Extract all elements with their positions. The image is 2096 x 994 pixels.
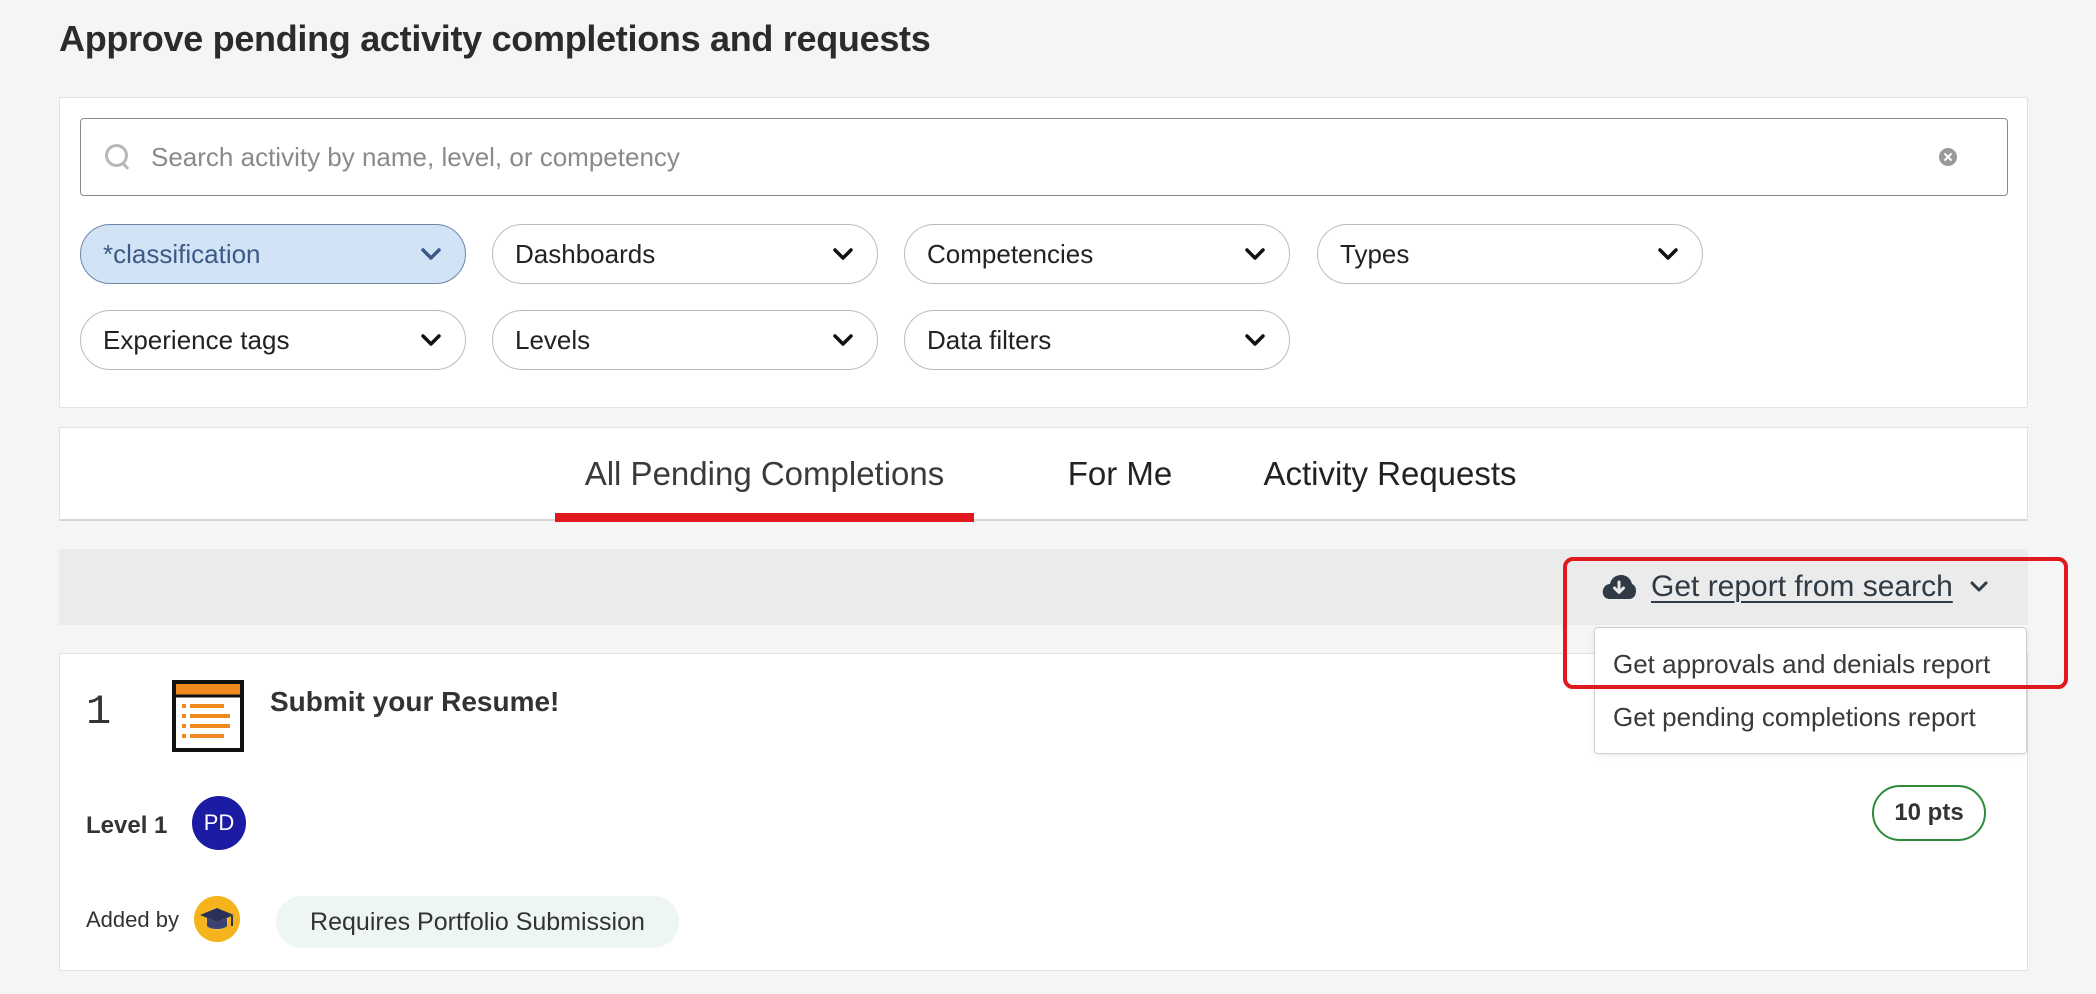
filter-competencies[interactable]: Competencies <box>904 224 1290 284</box>
activity-level: Level 1 <box>86 812 168 839</box>
chevron-down-icon <box>831 328 855 352</box>
tab-label: All Pending Completions <box>584 455 945 492</box>
chevron-down-icon <box>831 242 855 266</box>
filter-label: Experience tags <box>103 324 290 355</box>
search-input[interactable] <box>151 141 1939 173</box>
page-title: Approve pending activity completions and… <box>59 18 931 59</box>
added-by-label: Added by <box>86 907 179 932</box>
chevron-down-icon <box>419 328 443 352</box>
menu-item-pending-completions-report[interactable]: Get pending completions report <box>1613 702 1976 733</box>
requirement-tag: Requires Portfolio Submission <box>276 896 679 948</box>
filter-panel: *classification Dashboards Competencies … <box>59 97 2028 408</box>
resume-document-icon <box>172 680 244 752</box>
chevron-down-icon <box>1243 242 1267 266</box>
tab-activity-requests[interactable]: Activity Requests <box>1230 428 1550 520</box>
filter-label: Data filters <box>927 324 1052 355</box>
chevron-down-icon <box>419 242 443 266</box>
chevron-down-icon <box>1967 575 1991 599</box>
tab-bar: All Pending Completions For Me Activity … <box>59 427 2028 522</box>
report-dropdown-menu: Get approvals and denials report Get pen… <box>1594 627 2027 754</box>
filter-label: *classification <box>103 238 261 269</box>
filter-label: Levels <box>515 324 591 355</box>
activity-rank: 1 <box>86 688 112 736</box>
filter-levels[interactable]: Levels <box>492 310 878 370</box>
get-report-label: Get report from search <box>1651 570 1953 603</box>
tab-label: Activity Requests <box>1263 455 1517 492</box>
chevron-down-icon <box>1243 328 1267 352</box>
graduation-cap-icon <box>194 896 240 942</box>
filter-label: Dashboards <box>515 238 656 269</box>
filter-dashboards[interactable]: Dashboards <box>492 224 878 284</box>
tab-label: For Me <box>1067 455 1173 492</box>
filter-experience-tags[interactable]: Experience tags <box>80 310 466 370</box>
filter-data-filters[interactable]: Data filters <box>904 310 1290 370</box>
avatar[interactable]: PD <box>192 796 246 850</box>
filter-types[interactable]: Types <box>1317 224 1703 284</box>
get-report-button[interactable]: Get report from search <box>1601 570 1991 604</box>
filter-label: Competencies <box>927 238 1094 269</box>
chevron-down-icon <box>1656 242 1680 266</box>
filter-label: Types <box>1340 238 1410 269</box>
tab-all-pending-completions[interactable]: All Pending Completions <box>555 428 974 522</box>
cloud-download-icon <box>1601 573 1637 601</box>
activity-title[interactable]: Submit your Resume! <box>270 686 559 718</box>
menu-item-approvals-denials-report[interactable]: Get approvals and denials report <box>1613 649 1990 680</box>
tab-for-me[interactable]: For Me <box>1020 428 1220 520</box>
search-icon <box>103 142 133 172</box>
clear-search-icon[interactable] <box>1939 148 1957 166</box>
points-badge: 10 pts <box>1872 785 1986 841</box>
filter-classification[interactable]: *classification <box>80 224 466 284</box>
search-box[interactable] <box>80 118 2008 196</box>
